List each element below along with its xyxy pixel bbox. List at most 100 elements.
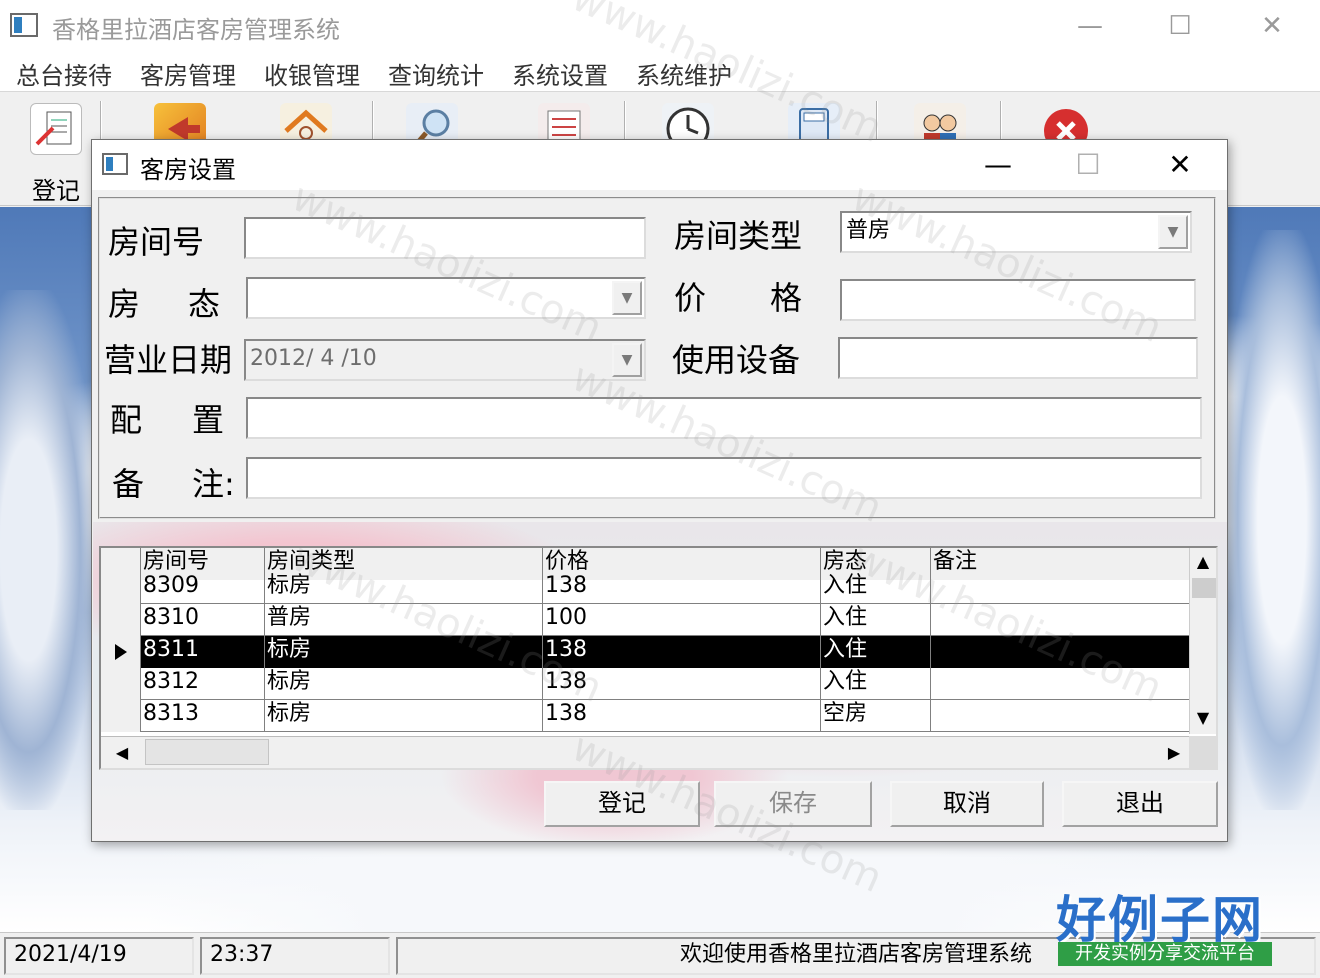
menu-cashier[interactable]: 收银管理 [264,56,360,91]
status-date: 2021/4/19 [4,937,194,975]
cell-price[interactable]: 138 [543,572,821,604]
dialog-maximize-button[interactable]: ☐ [1064,144,1112,186]
equipment-label: 使用设备 [672,341,801,379]
scroll-up-icon[interactable]: ▲ [1190,548,1216,576]
register-button[interactable]: 登记 [544,781,700,827]
exit-button[interactable]: 退出 [1062,781,1218,827]
scroll-left-icon[interactable]: ◀ [109,739,135,767]
toolbar-separator [100,101,102,143]
background-snow-tree [0,290,95,810]
cell-price[interactable]: 138 [543,700,821,732]
room-status-label-2: 态 [188,285,221,323]
chevron-down-icon[interactable]: ▼ [612,281,642,315]
table-row[interactable]: 8310 普房 100 入住 [101,604,1191,636]
dialog-close-button[interactable]: ✕ [1156,144,1204,186]
scroll-down-icon[interactable]: ▼ [1190,704,1216,732]
price-input[interactable] [840,279,1196,321]
cell-room-no[interactable]: 8311 [141,636,265,668]
cell-room-type[interactable]: 标房 [265,668,543,700]
dialog-title: 客房设置 [140,156,236,184]
business-date-picker: 2012/ 4 /10 ▼ [244,339,646,381]
cell-status[interactable]: 入住 [821,668,931,700]
row-indicator [101,572,141,604]
row-indicator [101,668,141,700]
brand-logo: 好例子网 开发实例分享交流平台 [1056,880,1274,968]
room-type-label: 房间类型 [674,217,803,255]
room-status-select[interactable]: ▼ [246,277,646,319]
row-indicator [101,604,141,636]
table-row[interactable]: 8312 标房 138 入住 [101,668,1191,700]
room-type-select[interactable]: 普房 ▼ [840,211,1192,253]
config-label-1: 配 [110,401,143,439]
background-snow-tree [1225,230,1320,810]
minimize-button[interactable]: — [1068,6,1112,46]
cell-room-no[interactable]: 8310 [141,604,265,636]
toolbar-separator [1000,101,1002,143]
cell-status[interactable]: 入住 [821,604,931,636]
rooms-grid[interactable]: 房间号 房间类型 价格 房态 备注 8309 标房 138 入住 8310 普房… [99,546,1218,770]
cell-status[interactable]: 空房 [821,700,931,732]
cell-price[interactable]: 138 [543,636,821,668]
cell-room-type[interactable]: 标房 [265,572,543,604]
dialog-titlebar: 客房设置 — ☐ ✕ [92,140,1227,190]
remark-label-2: 注: [192,465,235,503]
cell-remark[interactable] [931,668,1191,700]
cell-price[interactable]: 138 [543,668,821,700]
dialog-minimize-button[interactable]: — [974,144,1022,186]
cell-room-type[interactable]: 普房 [265,604,543,636]
room-number-input[interactable] [244,217,646,259]
cancel-button[interactable]: 取消 [890,781,1044,827]
menu-room-management[interactable]: 客房管理 [140,56,236,91]
grid-vertical-scroll-thumb[interactable] [1192,578,1216,598]
menu-query-statistics[interactable]: 查询统计 [388,56,484,91]
equipment-input[interactable] [838,337,1198,379]
menu-system-maintenance[interactable]: 系统维护 [636,56,732,91]
menu-system-settings[interactable]: 系统设置 [512,56,608,91]
status-time: 23:37 [200,937,390,975]
config-input[interactable] [246,397,1202,439]
price-label-2: 格 [770,279,803,317]
business-date-value: 2012/ 4 /10 [250,346,377,371]
remark-input[interactable] [246,457,1202,499]
toolbar-separator [372,101,374,143]
cell-room-no[interactable]: 8313 [141,700,265,732]
scroll-right-icon[interactable]: ▶ [1161,739,1187,767]
cell-status[interactable]: 入住 [821,636,931,668]
cell-remark[interactable] [931,700,1191,732]
remark-label-1: 备 [112,465,145,503]
table-row[interactable]: 8309 标房 138 入住 [101,572,1191,604]
cell-remark[interactable] [931,572,1191,604]
table-row[interactable]: 8313 标房 138 空房 [101,700,1191,732]
cell-price[interactable]: 100 [543,604,821,636]
chevron-down-icon: ▼ [612,343,642,377]
cell-status[interactable]: 入住 [821,572,931,604]
cell-room-type[interactable]: 标房 [265,636,543,668]
close-button[interactable]: ✕ [1250,6,1294,46]
chevron-down-icon[interactable]: ▼ [1158,215,1188,249]
room-number-label: 房间号 [108,223,205,261]
room-status-label-1: 房 [108,285,141,323]
brand-slogan: 开发实例分享交流平台 [1058,942,1272,966]
price-label-1: 价 [674,279,707,317]
app-titlebar: 香格里拉酒店客房管理系统 — ☐ ✕ [0,0,1320,50]
grid-horizontal-scroll-thumb[interactable] [145,739,269,765]
menu-front-desk[interactable]: 总台接待 [16,56,112,91]
menu-bar: 总台接待 客房管理 收银管理 查询统计 系统设置 系统维护 [0,50,1320,92]
toolbar-register-button[interactable]: 登记 [18,99,94,205]
cell-room-no[interactable]: 8309 [141,572,265,604]
app-title: 香格里拉酒店客房管理系统 [52,16,340,44]
grid-vertical-scrollbar[interactable]: ▲ ▼ [1189,548,1216,734]
room-settings-dialog: 客房设置 — ☐ ✕ 房间号 房间类型 普房 ▼ 房 态 ▼ 价 格 营业日期 … [91,139,1228,842]
grid-horizontal-scrollbar[interactable]: ◀ ▶ [101,736,1189,768]
cell-room-type[interactable]: 标房 [265,700,543,732]
register-icon [30,103,82,155]
current-row-indicator-icon [101,636,141,668]
save-button[interactable]: 保存 [714,781,872,827]
scrollbar-corner [1189,736,1216,768]
cell-remark[interactable] [931,636,1191,668]
table-row-selected[interactable]: 8311 标房 138 入住 [101,636,1191,668]
maximize-button[interactable]: ☐ [1158,6,1202,46]
config-label-2: 置 [192,401,225,439]
cell-remark[interactable] [931,604,1191,636]
cell-room-no[interactable]: 8312 [141,668,265,700]
